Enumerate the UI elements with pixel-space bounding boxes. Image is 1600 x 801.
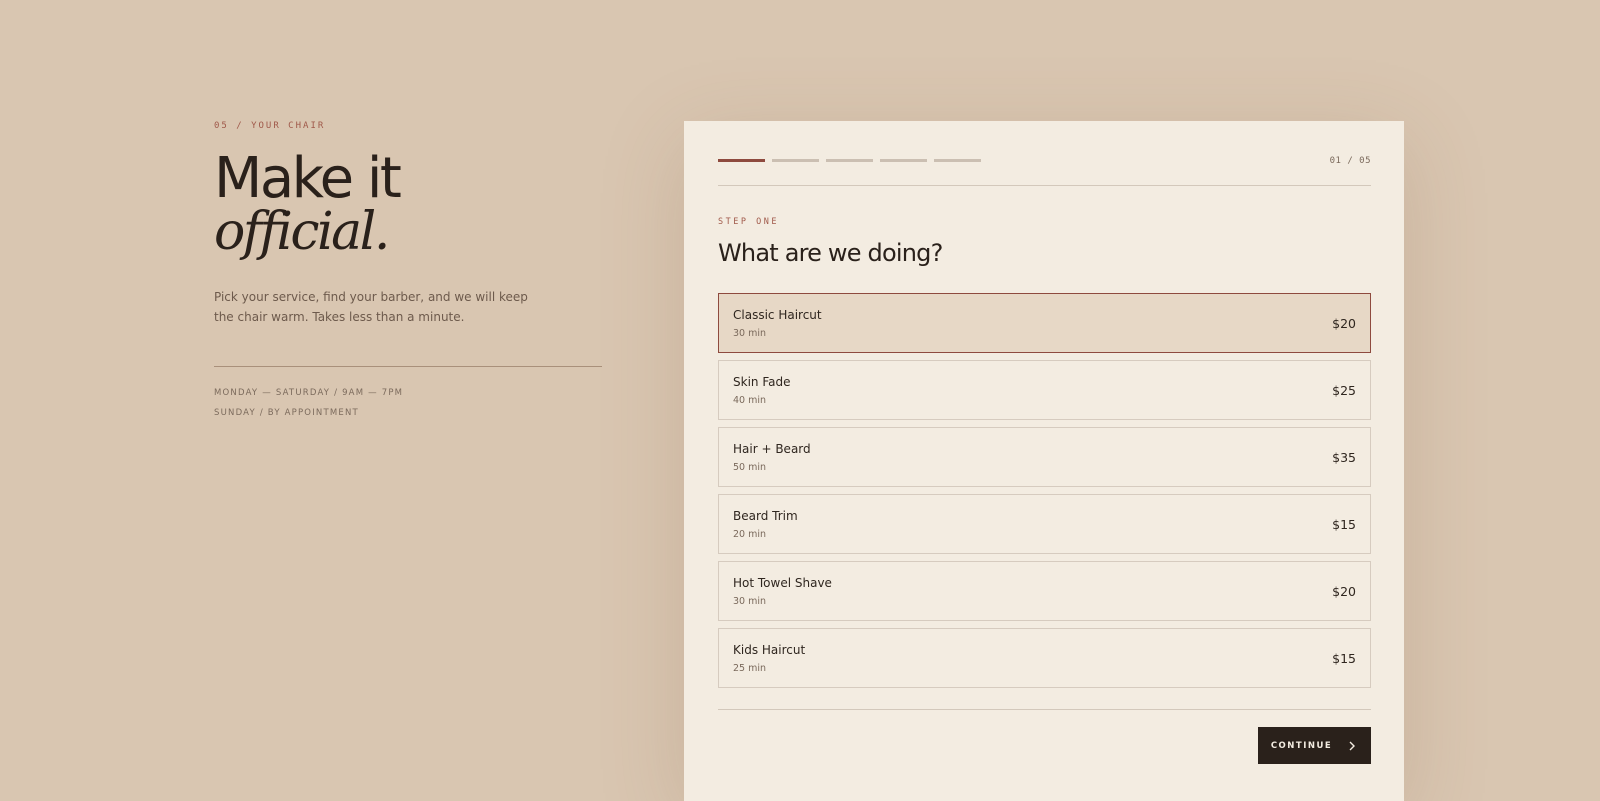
continue-label: CONTINUE (1270, 740, 1333, 751)
service-option-skin-fade[interactable]: Skin Fade 40 min $25 (718, 360, 1371, 420)
service-option-hair-beard[interactable]: Hair + Beard 50 min $35 (718, 427, 1371, 487)
service-price: $25 (1332, 383, 1356, 398)
service-duration: 40 min (733, 395, 767, 406)
section-eyebrow: 05 / YOUR CHAIR (214, 121, 326, 131)
hours-weekdays: MONDAY — SATURDAY / 9AM — 7PM (214, 388, 404, 398)
service-option-kids-haircut[interactable]: Kids Haircut 25 min $15 (718, 628, 1371, 688)
step-counter: 01 / 05 (1329, 156, 1371, 166)
progress-segment-5 (934, 159, 981, 162)
service-name: Beard Trim (733, 509, 798, 523)
progress-segment-4 (880, 159, 927, 162)
page-headline-italic: official. (214, 202, 390, 262)
service-name: Skin Fade (733, 375, 791, 389)
service-duration: 50 min (733, 462, 767, 473)
service-name: Classic Haircut (733, 308, 822, 322)
step-title: What are we doing? (718, 239, 943, 267)
service-price: $20 (1332, 316, 1356, 331)
chevron-right-icon (1349, 741, 1356, 750)
progress-segment-3 (826, 159, 873, 162)
continue-button[interactable]: CONTINUE (1258, 727, 1371, 764)
divider (718, 709, 1371, 710)
opening-hours: MONDAY — SATURDAY / 9AM — 7PM SUNDAY / B… (214, 383, 602, 423)
step-label: STEP ONE (718, 217, 779, 227)
intro-panel: 05 / YOUR CHAIR Make it official. Pick y… (214, 121, 602, 423)
service-duration: 20 min (733, 529, 767, 540)
service-name: Kids Haircut (733, 643, 806, 657)
page-headline: Make it (214, 146, 402, 211)
divider (214, 366, 602, 367)
divider (718, 185, 1371, 186)
hours-sunday: SUNDAY / BY APPOINTMENT (214, 408, 359, 418)
booking-card: 01 / 05 STEP ONE What are we doing? Clas… (684, 121, 1404, 801)
service-price: $35 (1332, 450, 1356, 465)
service-option-beard-trim[interactable]: Beard Trim 20 min $15 (718, 494, 1371, 554)
service-option-classic-haircut[interactable]: Classic Haircut 30 min $20 (718, 293, 1371, 353)
intro-description: Pick your service, find your barber, and… (214, 290, 528, 324)
step-progress (718, 159, 981, 162)
service-name: Hot Towel Shave (733, 576, 832, 590)
service-price: $15 (1332, 651, 1356, 666)
service-option-hot-towel-shave[interactable]: Hot Towel Shave 30 min $20 (718, 561, 1371, 621)
service-duration: 25 min (733, 663, 767, 674)
service-list: Classic Haircut 30 min $20 Skin Fade 40 … (718, 293, 1371, 695)
service-duration: 30 min (733, 328, 767, 339)
service-duration: 30 min (733, 596, 767, 607)
progress-segment-1 (718, 159, 765, 162)
progress-segment-2 (772, 159, 819, 162)
service-price: $15 (1332, 517, 1356, 532)
service-price: $20 (1332, 584, 1356, 599)
service-name: Hair + Beard (733, 442, 811, 456)
